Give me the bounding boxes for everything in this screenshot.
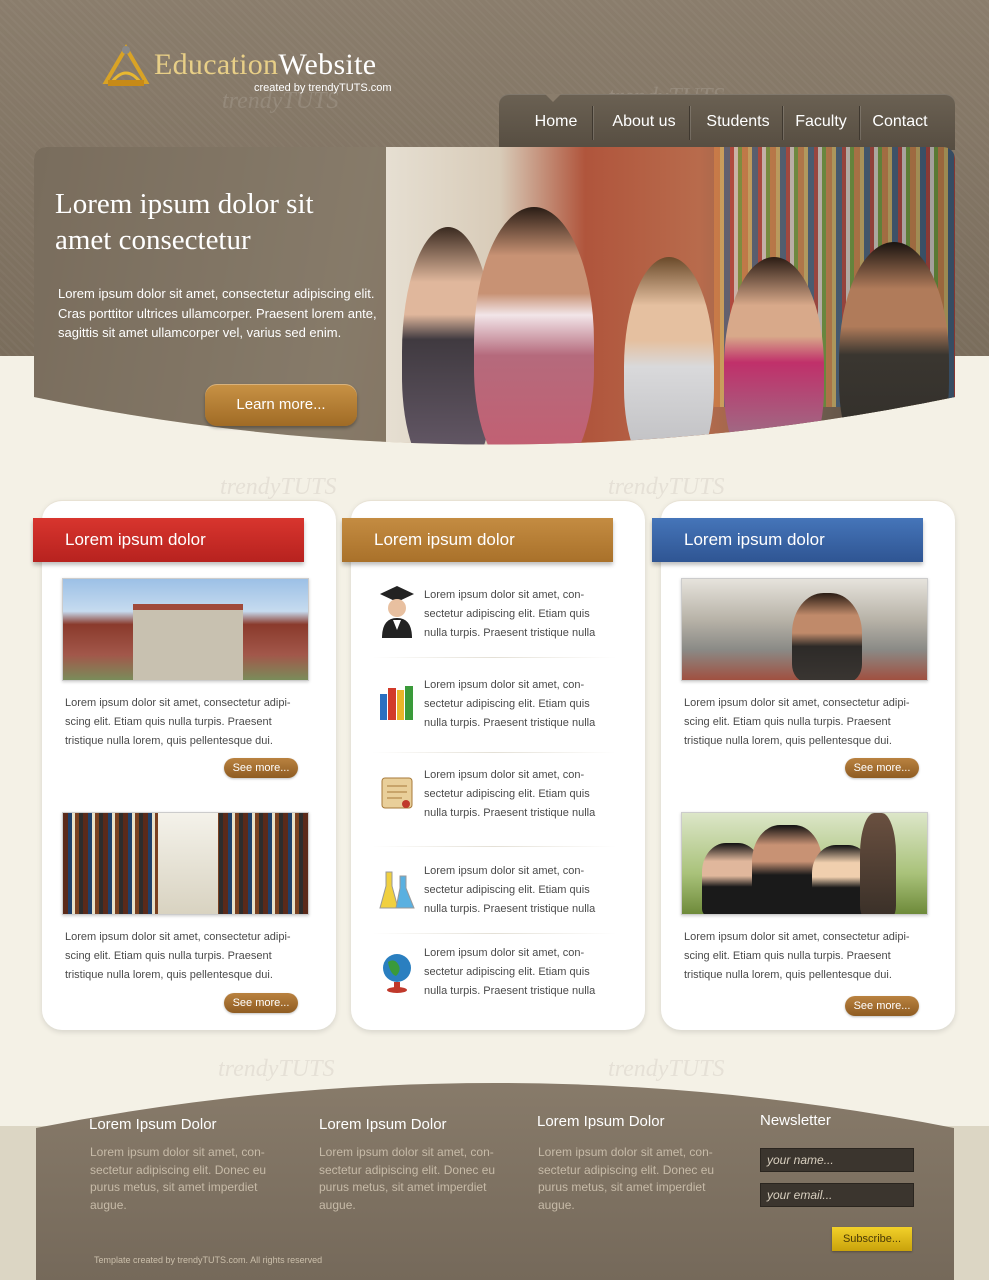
student-campus-image[interactable] bbox=[681, 578, 928, 681]
library-aisle bbox=[158, 813, 218, 914]
graduate-figure bbox=[860, 813, 896, 914]
site-logo[interactable]: EducationWebsite created by trendyTUTS.c… bbox=[102, 38, 422, 100]
footer-text: Lorem ipsum dolor sit amet, con-sectetur… bbox=[538, 1145, 715, 1212]
newsletter-name-input[interactable]: your name... bbox=[760, 1148, 914, 1172]
graduate-icon bbox=[380, 586, 414, 638]
nav-students[interactable]: Students bbox=[696, 94, 780, 150]
globe-icon bbox=[383, 954, 411, 993]
nav-divider bbox=[592, 106, 593, 140]
nav-faculty[interactable]: Faculty bbox=[786, 94, 856, 150]
divider bbox=[372, 657, 616, 658]
library-image[interactable] bbox=[62, 812, 309, 915]
see-more-button[interactable]: See more... bbox=[845, 996, 919, 1016]
divider bbox=[372, 933, 616, 934]
column-heading: Lorem ipsum dolor bbox=[33, 518, 304, 562]
footer-heading: Lorem Ipsum Dolor bbox=[89, 1116, 217, 1133]
watermark: trendyTUTS bbox=[218, 1056, 335, 1082]
campus-building-image[interactable] bbox=[62, 578, 309, 681]
student-portrait bbox=[792, 593, 862, 680]
hero-description: Lorem ipsum dolor sit amet, consectetur … bbox=[58, 286, 377, 340]
column-text: Lorem ipsum dolor sit amet, consectetur … bbox=[65, 931, 291, 981]
feature-text: Lorem ipsum dolor sit amet, con-sectetur… bbox=[424, 679, 596, 729]
column-heading: Lorem ipsum dolor bbox=[342, 518, 613, 562]
nav-divider bbox=[689, 106, 690, 140]
divider bbox=[372, 752, 616, 753]
nav-divider bbox=[859, 106, 860, 140]
see-more-button[interactable]: See more... bbox=[224, 993, 298, 1013]
feature-text: Lorem ipsum dolor sit amet, con-sectetur… bbox=[424, 769, 596, 819]
nav-divider bbox=[782, 106, 783, 140]
nav-about-us[interactable]: About us bbox=[600, 94, 688, 150]
hero-title: Lorem ipsum dolor sit amet consectetur bbox=[55, 188, 314, 256]
flask-icon bbox=[379, 871, 415, 909]
compass-ruler-logo-icon bbox=[102, 44, 150, 86]
feature-text: Lorem ipsum dolor sit amet, con-sectetur… bbox=[424, 947, 596, 997]
copyright-text: Template created by trendyTUTS.com. All … bbox=[94, 1255, 323, 1265]
watermark: trendyTUTS bbox=[608, 474, 725, 500]
feature-text: Lorem ipsum dolor sit amet, con-sectetur… bbox=[424, 589, 596, 639]
scroll-icon bbox=[381, 777, 413, 809]
footer-heading: Lorem Ipsum Dolor bbox=[537, 1113, 665, 1130]
footer-text: Lorem ipsum dolor sit amet, con-sectetur… bbox=[90, 1145, 267, 1212]
student-photo bbox=[839, 242, 949, 472]
watermark: trendyTUTS bbox=[220, 474, 337, 500]
subscribe-button[interactable]: Subscribe... bbox=[832, 1227, 912, 1251]
watermark: trendyTUTS bbox=[608, 1056, 725, 1082]
footer-heading: Lorem Ipsum Dolor bbox=[319, 1116, 447, 1133]
see-more-button[interactable]: See more... bbox=[845, 758, 919, 778]
column-text: Lorem ipsum dolor sit amet, consectetur … bbox=[65, 697, 291, 747]
student-photo bbox=[624, 257, 714, 472]
building-facade bbox=[133, 604, 243, 680]
column-text: Lorem ipsum dolor sit amet, consectetur … bbox=[684, 697, 910, 747]
graduates-image[interactable] bbox=[681, 812, 928, 915]
student-photo bbox=[724, 257, 824, 472]
nav-contact[interactable]: Contact bbox=[862, 94, 938, 150]
site-credit: created by trendyTUTS.com bbox=[254, 82, 392, 94]
footer-text: Lorem ipsum dolor sit amet, con-sectetur… bbox=[319, 1145, 496, 1212]
column-heading: Lorem ipsum dolor bbox=[652, 518, 923, 562]
column-text: Lorem ipsum dolor sit amet, consectetur … bbox=[684, 931, 910, 981]
newsletter-heading: Newsletter bbox=[760, 1112, 831, 1129]
feature-text: Lorem ipsum dolor sit amet, con-sectetur… bbox=[424, 865, 596, 915]
learn-more-button[interactable]: Learn more... bbox=[205, 384, 357, 426]
nav-home[interactable]: Home bbox=[521, 94, 591, 150]
see-more-button[interactable]: See more... bbox=[224, 758, 298, 778]
books-icon bbox=[380, 686, 413, 720]
site-title: EducationWebsite bbox=[154, 48, 377, 81]
divider bbox=[372, 846, 616, 847]
newsletter-email-input[interactable]: your email... bbox=[760, 1183, 914, 1207]
student-photo bbox=[474, 207, 594, 472]
